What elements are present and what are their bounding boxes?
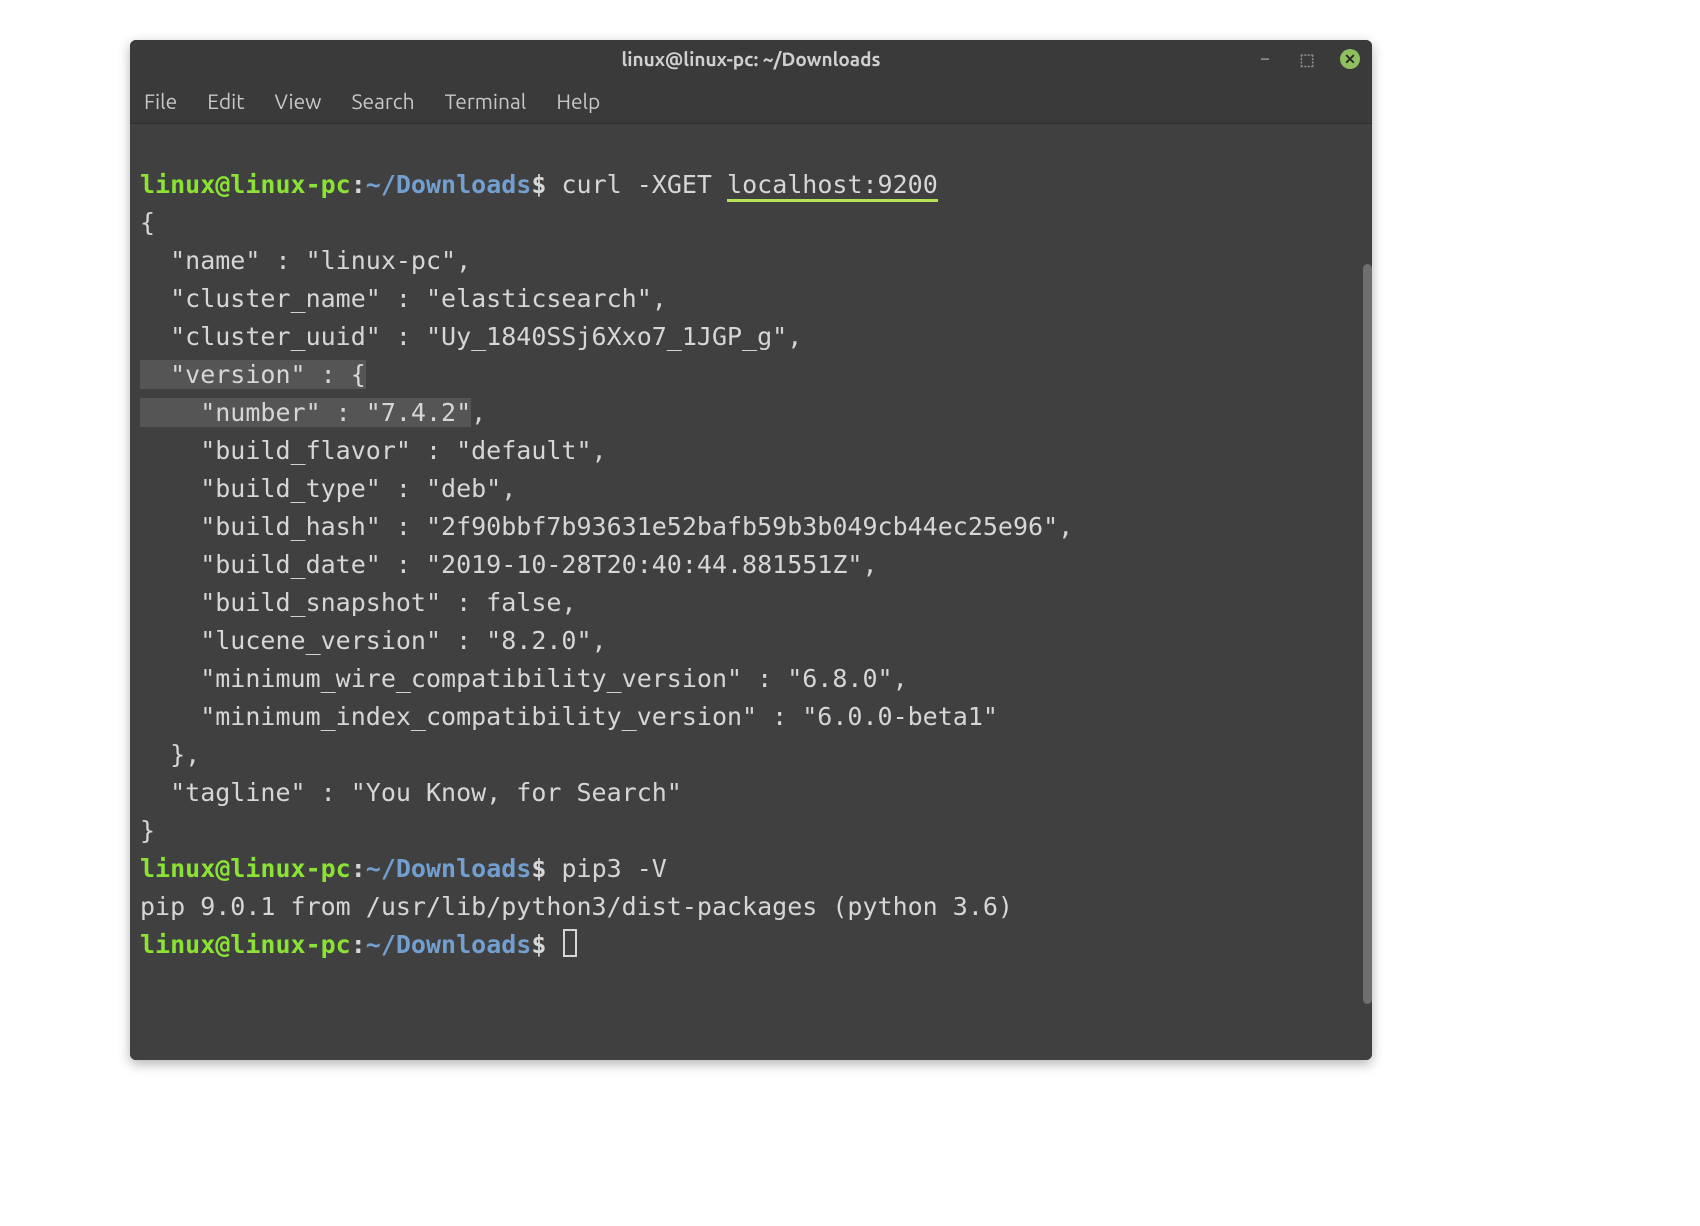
- output-line: "lucene_version" : "8.2.0",: [140, 626, 607, 655]
- titlebar[interactable]: linux@linux-pc: ~/Downloads – ⬚ ✕: [130, 40, 1372, 78]
- output-line: "build_date" : "2019-10-28T20:40:44.8815…: [140, 550, 878, 579]
- output-line: "minimum_wire_compatibility_version" : "…: [140, 664, 908, 693]
- output-line: "build_flavor" : "default",: [140, 436, 607, 465]
- output-line: "tagline" : "You Know, for Search": [140, 778, 682, 807]
- menu-help[interactable]: Help: [556, 89, 600, 113]
- prompt-dollar: $: [531, 930, 546, 959]
- window-title: linux@linux-pc: ~/Downloads: [622, 48, 881, 70]
- menu-terminal[interactable]: Terminal: [445, 89, 527, 113]
- menu-view[interactable]: View: [274, 89, 321, 113]
- command-pip: pip3 -V: [546, 854, 666, 883]
- output-line: "minimum_index_compatibility_version" : …: [140, 702, 998, 731]
- output-line: },: [140, 740, 200, 769]
- output-line-comma: ,: [471, 398, 486, 427]
- output-line: "build_type" : "deb",: [140, 474, 516, 503]
- menu-search[interactable]: Search: [351, 89, 414, 113]
- window-controls: – ⬚ ✕: [1256, 40, 1360, 78]
- prompt-dollar: $: [531, 854, 546, 883]
- prompt-user-host: linux@linux-pc: [140, 930, 351, 959]
- output-line: "build_snapshot" : false,: [140, 588, 577, 617]
- prompt-path: ~/Downloads: [366, 170, 532, 199]
- output-line-version-open: "version" : {: [140, 360, 366, 389]
- menu-edit[interactable]: Edit: [207, 89, 244, 113]
- maximize-icon[interactable]: ⬚: [1298, 50, 1316, 68]
- cursor-icon: [563, 929, 577, 957]
- prompt-colon: :: [351, 170, 366, 199]
- terminal-window: linux@linux-pc: ~/Downloads – ⬚ ✕ File E…: [130, 40, 1372, 1060]
- output-line: "name" : "linux-pc",: [140, 246, 471, 275]
- prompt-path: ~/Downloads: [366, 930, 532, 959]
- output-line: "cluster_uuid" : "Uy_1840SSj6Xxo7_1JGP_g…: [140, 322, 802, 351]
- prompt-path: ~/Downloads: [366, 854, 532, 883]
- output-pip: pip 9.0.1 from /usr/lib/python3/dist-pac…: [140, 892, 1013, 921]
- command-curl: curl -XGET: [546, 170, 727, 199]
- output-line: "cluster_name" : "elasticsearch",: [140, 284, 667, 313]
- terminal-body[interactable]: linux@linux-pc:~/Downloads$ curl -XGET l…: [130, 124, 1372, 1060]
- close-icon[interactable]: ✕: [1340, 49, 1360, 69]
- output-line-version-number: "number" : "7.4.2": [140, 398, 471, 427]
- menu-file[interactable]: File: [144, 89, 177, 113]
- output-line: "build_hash" : "2f90bbf7b93631e52bafb59b…: [140, 512, 1073, 541]
- menubar: File Edit View Search Terminal Help: [130, 78, 1372, 124]
- prompt-dollar: $: [531, 170, 546, 199]
- prompt-user-host: linux@linux-pc: [140, 170, 351, 199]
- prompt-user-host: linux@linux-pc: [140, 854, 351, 883]
- minimize-icon[interactable]: –: [1256, 50, 1274, 68]
- command-curl-target: localhost:9200: [727, 170, 938, 202]
- prompt-colon: :: [351, 854, 366, 883]
- output-line: {: [140, 208, 155, 237]
- scrollbar[interactable]: [1363, 264, 1372, 1004]
- output-line: }: [140, 816, 155, 845]
- prompt-colon: :: [351, 930, 366, 959]
